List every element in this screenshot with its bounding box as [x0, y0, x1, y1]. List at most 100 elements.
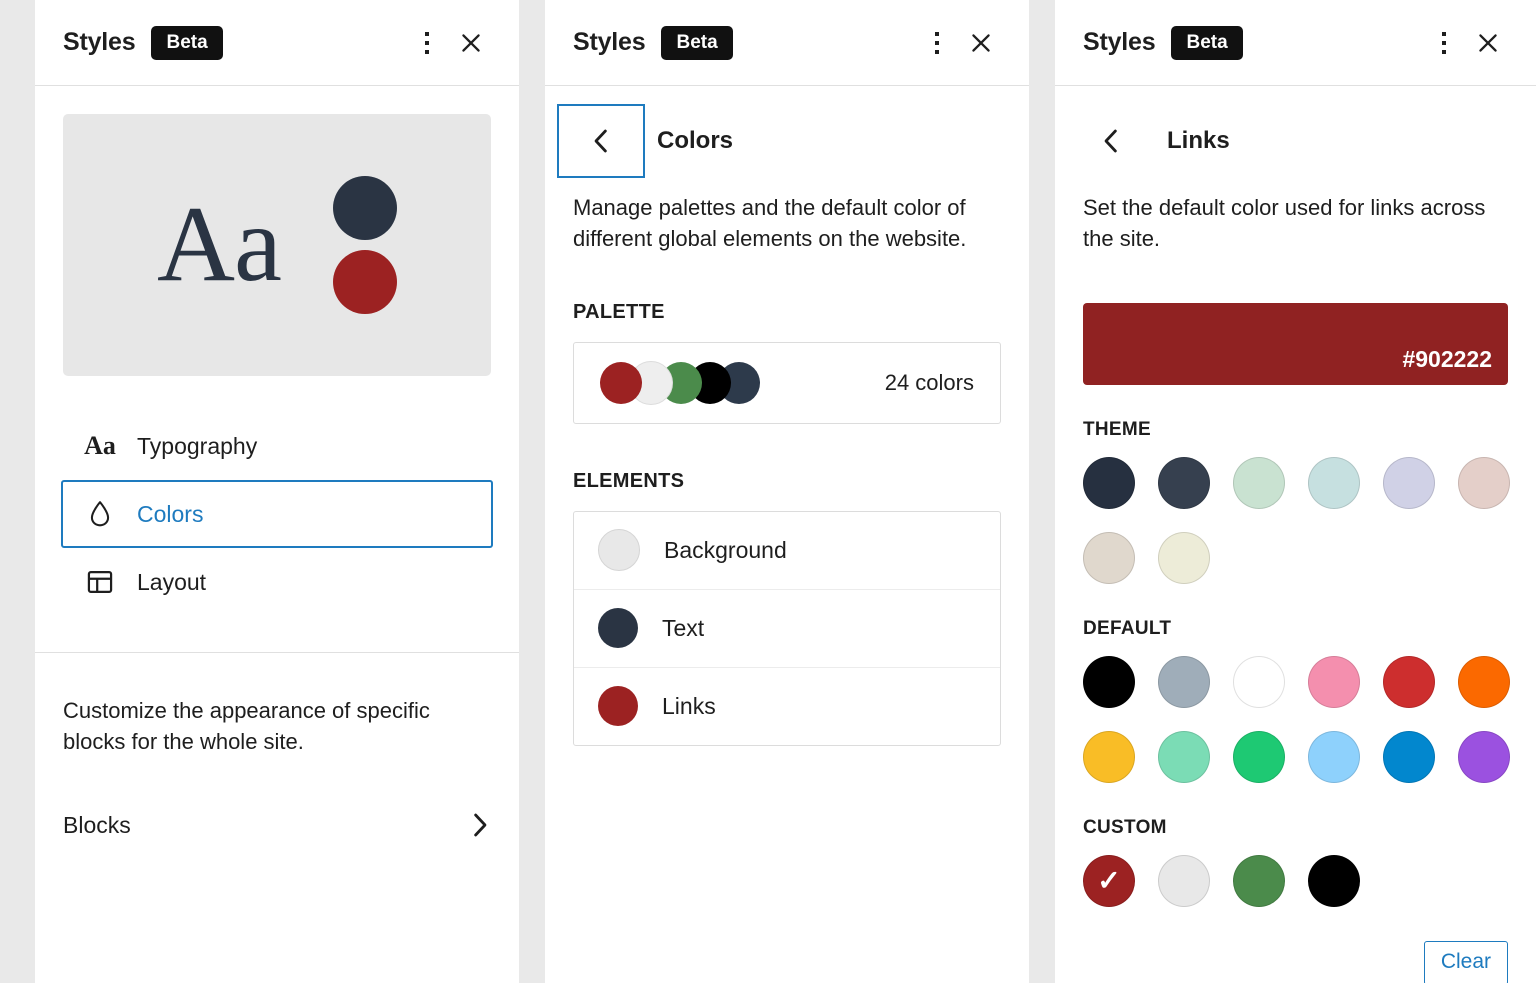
back-button[interactable]	[557, 104, 645, 178]
color-swatch[interactable]	[1308, 655, 1360, 708]
element-label: Text	[662, 614, 705, 641]
kebab-menu-icon	[1442, 31, 1446, 54]
color-swatch[interactable]	[1308, 456, 1360, 509]
color-swatch[interactable]	[1158, 531, 1210, 584]
color-swatch[interactable]	[1233, 730, 1285, 783]
sidebar-item-layout[interactable]: Layout	[61, 548, 493, 616]
links-description: Set the default color used for links acr…	[1083, 195, 1486, 252]
beta-badge: Beta	[151, 25, 223, 60]
kebab-menu-icon	[425, 31, 429, 54]
color-swatch[interactable]	[1308, 730, 1360, 783]
sidebar-item-label: Typography	[137, 432, 258, 459]
color-swatch[interactable]	[1083, 655, 1135, 708]
color-dot	[598, 529, 640, 572]
close-button[interactable]	[1466, 21, 1510, 65]
preview-dot-text	[332, 176, 397, 240]
color-swatch[interactable]	[1458, 730, 1510, 783]
beta-badge: Beta	[661, 25, 733, 60]
panel-header: Styles Beta	[1055, 0, 1536, 86]
current-color-swatch[interactable]: #902222	[1083, 302, 1508, 385]
chevron-right-icon	[474, 814, 487, 837]
theme-swatch-grid	[1055, 456, 1536, 584]
blocks-navigation-row[interactable]: Blocks	[63, 801, 491, 849]
default-section-label: DEFAULT	[1083, 617, 1172, 639]
custom-section-label: CUSTOM	[1083, 816, 1167, 838]
colors-panel-body: Colors Manage palettes and the default c…	[545, 86, 1029, 983]
color-swatch-selected[interactable]: ✓	[1083, 854, 1135, 907]
page-title: Styles	[63, 28, 136, 56]
color-swatch[interactable]	[1083, 531, 1135, 584]
chevron-left-icon	[1104, 129, 1117, 153]
theme-section-label: THEME	[1083, 418, 1151, 440]
kebab-menu-icon	[935, 31, 939, 54]
color-swatch[interactable]	[1083, 730, 1135, 783]
color-swatch[interactable]	[1458, 655, 1510, 708]
panel-header: Styles Beta	[545, 0, 1029, 86]
color-swatch[interactable]	[1158, 730, 1210, 783]
color-swatch[interactable]	[1383, 655, 1435, 708]
clear-button[interactable]: Clear	[1423, 940, 1508, 983]
clear-row: Clear	[1055, 940, 1536, 983]
sidebar-item-label: Layout	[137, 568, 207, 595]
styles-root-panel: Styles Beta Aa Aa Typography Colors Layo…	[35, 0, 519, 983]
current-color-value: #902222	[1402, 345, 1492, 372]
kebab-menu-button[interactable]	[405, 21, 449, 65]
close-icon	[462, 33, 480, 52]
palette-section-label: PALETTE	[573, 300, 665, 323]
color-swatch[interactable]	[1158, 854, 1210, 907]
links-panel: Styles Beta Links Set the default color …	[1055, 0, 1536, 983]
custom-swatch-grid: ✓	[1055, 854, 1536, 907]
elements-card: Background Text Links	[573, 510, 1001, 746]
color-dot	[598, 608, 638, 649]
styles-nav-list: Aa Typography Colors Layout	[35, 412, 519, 616]
styles-panels-stage: Styles Beta Aa Aa Typography Colors Layo…	[0, 0, 1536, 983]
layout-grid-icon	[85, 567, 115, 597]
palette-count-label: 24 colors	[884, 369, 974, 395]
color-swatch[interactable]	[1233, 854, 1285, 907]
style-preview-card[interactable]: Aa	[63, 114, 491, 376]
color-swatch[interactable]	[1383, 456, 1435, 509]
colors-panel: Styles Beta Colors Manage palettes and t…	[545, 0, 1029, 983]
color-swatch[interactable]	[1233, 655, 1285, 708]
kebab-menu-button[interactable]	[1422, 21, 1466, 65]
sidebar-item-colors[interactable]: Colors	[61, 480, 493, 548]
element-label: Background	[664, 536, 787, 563]
default-swatch-grid	[1055, 655, 1536, 783]
preview-dot-links	[332, 250, 397, 314]
check-icon: ✓	[1097, 864, 1121, 896]
color-swatch[interactable]	[1383, 730, 1435, 783]
blocks-section: Customize the appearance of specific blo…	[35, 653, 519, 849]
chevron-left-icon	[594, 129, 607, 153]
droplet-icon	[85, 499, 115, 529]
links-panel-body: Links Set the default color used for lin…	[1055, 86, 1536, 983]
element-row-links[interactable]: Links	[574, 666, 1000, 745]
element-label: Links	[662, 692, 716, 719]
back-button[interactable]	[1067, 104, 1155, 178]
page-title: Styles	[1083, 28, 1156, 56]
element-row-text[interactable]: Text	[574, 588, 1000, 667]
color-swatch[interactable]	[1158, 655, 1210, 708]
palette-swatch-stack	[600, 360, 760, 405]
palette-swatch	[600, 361, 642, 404]
color-swatch[interactable]	[1458, 456, 1510, 509]
palette-row[interactable]: 24 colors	[574, 343, 1000, 423]
color-swatch[interactable]	[1158, 456, 1210, 509]
panel-header: Styles Beta	[35, 0, 519, 86]
color-swatch[interactable]	[1083, 456, 1135, 509]
color-dot	[598, 686, 638, 727]
kebab-menu-button[interactable]	[915, 21, 959, 65]
color-swatch[interactable]	[1308, 854, 1360, 907]
element-row-background[interactable]: Background	[574, 512, 1000, 589]
preview-color-dots	[332, 176, 397, 314]
sidebar-item-label: Colors	[137, 500, 204, 527]
close-icon	[1479, 33, 1497, 52]
preview-typography-sample: Aa	[157, 185, 282, 304]
blocks-label: Blocks	[63, 811, 131, 838]
palette-card: 24 colors	[573, 341, 1001, 424]
sidebar-item-typography[interactable]: Aa Typography	[61, 412, 493, 480]
colors-subheader: Colors	[545, 86, 1029, 178]
close-button[interactable]	[959, 21, 1003, 65]
blocks-description: Customize the appearance of specific blo…	[63, 698, 430, 755]
color-swatch[interactable]	[1233, 456, 1285, 509]
close-button[interactable]	[449, 21, 493, 65]
